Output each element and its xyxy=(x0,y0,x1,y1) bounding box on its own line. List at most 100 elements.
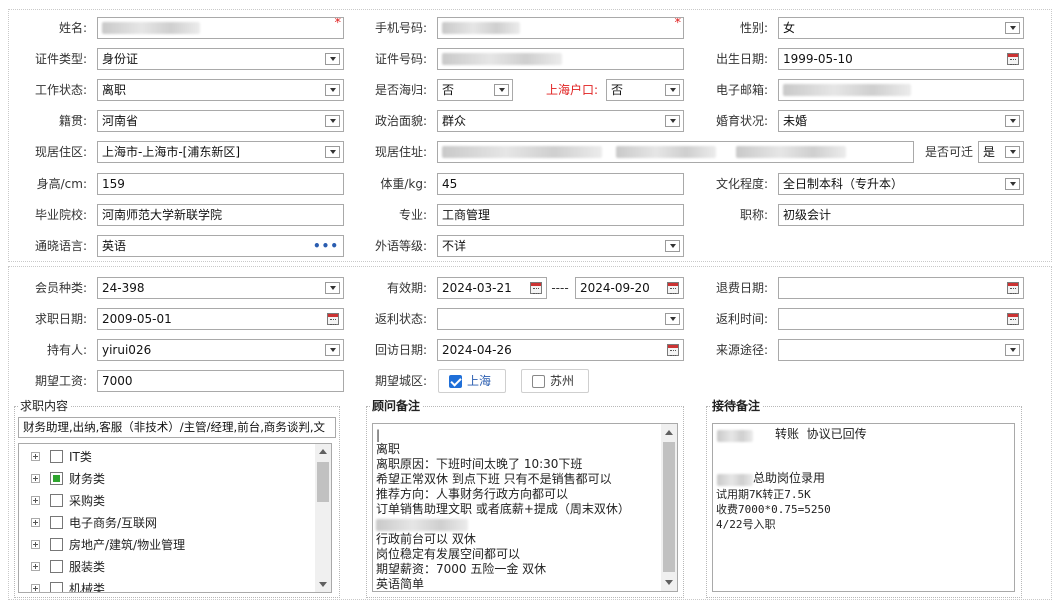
holder-select[interactable]: yirui026 xyxy=(97,339,344,361)
tree-item[interactable]: 服装类 xyxy=(19,556,311,578)
scrollbar-thumb[interactable] xyxy=(317,462,329,502)
notes-scrollbar[interactable] xyxy=(661,424,677,591)
tree-item[interactable]: IT类 xyxy=(19,446,311,468)
chevron-down-icon[interactable] xyxy=(325,146,340,158)
valid-from-input[interactable]: 2024-03-21 xyxy=(437,277,547,299)
chevron-down-icon[interactable] xyxy=(1005,115,1020,127)
expand-icon[interactable] xyxy=(31,496,40,505)
checkbox-checked-icon[interactable] xyxy=(449,375,462,388)
tree-item[interactable]: 房地产/建筑/物业管理 xyxy=(19,534,311,556)
chevron-down-icon[interactable] xyxy=(1005,178,1020,190)
calendar-icon[interactable] xyxy=(530,282,542,294)
calendar-icon[interactable] xyxy=(327,313,339,325)
id-number-input[interactable] xyxy=(437,48,684,70)
tree-item[interactable]: 财务类 xyxy=(19,468,311,490)
expand-icon[interactable] xyxy=(31,562,40,571)
calendar-icon[interactable] xyxy=(1007,53,1019,65)
id-type-select[interactable]: 身份证 xyxy=(97,48,344,70)
calendar-icon[interactable] xyxy=(1007,313,1019,325)
salary-input[interactable]: 7000 xyxy=(97,370,344,392)
rebate-status-select[interactable] xyxy=(437,308,684,330)
education-value: 全日制本科（专升本） xyxy=(783,177,904,191)
city-shanghai-checkbox[interactable]: 上海 xyxy=(438,369,506,393)
chevron-down-icon[interactable] xyxy=(1005,22,1020,34)
chevron-down-icon[interactable] xyxy=(665,240,680,252)
job-date-input[interactable]: 2009-05-01 xyxy=(97,308,344,330)
political-select[interactable]: 群众 xyxy=(437,110,684,132)
city-suzhou-checkbox[interactable]: 苏州 xyxy=(521,369,589,393)
visit-date-input[interactable]: 2024-04-26 xyxy=(437,339,684,361)
job-content-summary[interactable]: 财务助理,出纳,客服（非技术）/主管/经理,前台,商务谈判,文 xyxy=(18,417,336,438)
scroll-down-icon[interactable] xyxy=(319,582,327,587)
checkbox-unchecked-icon[interactable] xyxy=(50,582,63,592)
language-input[interactable]: 英语 ••• xyxy=(97,235,344,257)
chevron-down-icon[interactable] xyxy=(665,115,680,127)
shanghai-hukou-value: 否 xyxy=(611,83,624,97)
chevron-down-icon[interactable] xyxy=(665,84,680,96)
scroll-up-icon[interactable] xyxy=(665,430,673,435)
checkbox-unchecked-icon[interactable] xyxy=(50,494,63,507)
advisor-notes-textarea[interactable]: | 离职 离职原因：下班时间太晚了 10:30下班 希望正常双休 到点下班 只有… xyxy=(372,423,678,592)
checkbox-unchecked-icon[interactable] xyxy=(50,516,63,529)
job-category-tree[interactable]: IT类 财务类 采购类 电子商务/互联网 房地产/建筑/物业管理 服装类 机械类 xyxy=(18,443,332,593)
school-input[interactable]: 河南师范大学新联学院 xyxy=(97,204,344,226)
calendar-icon[interactable] xyxy=(1007,282,1019,294)
chevron-down-icon[interactable] xyxy=(325,53,340,65)
name-input[interactable]: * xyxy=(97,17,344,39)
weight-input[interactable]: 45 xyxy=(437,173,684,195)
checkbox-partial-icon[interactable] xyxy=(50,472,63,485)
region-select[interactable]: 上海市-上海市-[浦东新区] xyxy=(97,141,344,163)
chevron-down-icon[interactable] xyxy=(325,282,340,294)
address-input[interactable] xyxy=(437,141,914,163)
member-type-select[interactable]: 24-398 xyxy=(97,277,344,299)
expand-icon[interactable] xyxy=(31,474,40,483)
email-input[interactable] xyxy=(778,79,1024,101)
reception-notes-textarea[interactable]: 转账 协议已回传 总助岗位录用 试用期7K转正7.5K 收费7000*0.75=… xyxy=(712,423,1015,592)
chevron-down-icon[interactable] xyxy=(325,84,340,96)
tree-item[interactable]: 机械类 xyxy=(19,578,311,592)
chevron-down-icon[interactable] xyxy=(1005,146,1020,158)
height-input[interactable]: 159 xyxy=(97,173,344,195)
returnee-select[interactable]: 否 xyxy=(437,79,513,101)
expand-icon[interactable] xyxy=(31,584,40,592)
refund-date-input[interactable] xyxy=(778,277,1024,299)
major-input[interactable]: 工商管理 xyxy=(437,204,684,226)
chevron-down-icon[interactable] xyxy=(494,84,509,96)
expand-icon[interactable] xyxy=(31,518,40,527)
work-status-select[interactable]: 离职 xyxy=(97,79,344,101)
chevron-down-icon[interactable] xyxy=(325,115,340,127)
scroll-down-icon[interactable] xyxy=(665,580,673,585)
phone-input[interactable]: * xyxy=(437,17,684,39)
checkbox-unchecked-icon[interactable] xyxy=(50,450,63,463)
chevron-down-icon[interactable] xyxy=(665,313,680,325)
checkbox-unchecked-icon[interactable] xyxy=(50,538,63,551)
chevron-down-icon[interactable] xyxy=(1005,344,1020,356)
native-place-select[interactable]: 河南省 xyxy=(97,110,344,132)
scrollbar-thumb[interactable] xyxy=(663,442,675,572)
tree-scrollbar[interactable] xyxy=(315,444,331,592)
tree-item[interactable]: 采购类 xyxy=(19,490,311,512)
expand-icon[interactable] xyxy=(31,452,40,461)
scroll-up-icon[interactable] xyxy=(319,449,327,454)
tree-item[interactable]: 电子商务/互联网 xyxy=(19,512,311,534)
birth-date-input[interactable]: 1999-05-10 xyxy=(778,48,1024,70)
marital-select[interactable]: 未婚 xyxy=(778,110,1024,132)
source-select[interactable] xyxy=(778,339,1024,361)
shanghai-hukou-select[interactable]: 否 xyxy=(606,79,684,101)
gender-select[interactable]: 女 xyxy=(778,17,1024,39)
school-value: 河南师范大学新联学院 xyxy=(102,208,223,222)
checkbox-unchecked-icon[interactable] xyxy=(532,375,545,388)
title-input[interactable]: 初级会计 xyxy=(778,204,1024,226)
salary-label: 期望工资: xyxy=(34,374,87,388)
calendar-icon[interactable] xyxy=(667,344,679,356)
calendar-icon[interactable] xyxy=(667,282,679,294)
education-select[interactable]: 全日制本科（专升本） xyxy=(778,173,1024,195)
foreign-level-select[interactable]: 不详 xyxy=(437,235,684,257)
movable-select[interactable]: 是 xyxy=(978,141,1024,163)
valid-to-input[interactable]: 2024-09-20 xyxy=(575,277,684,299)
chevron-down-icon[interactable] xyxy=(325,344,340,356)
checkbox-unchecked-icon[interactable] xyxy=(50,560,63,573)
expand-icon[interactable] xyxy=(31,540,40,549)
rebate-time-input[interactable] xyxy=(778,308,1024,330)
more-options-icon[interactable]: ••• xyxy=(313,236,339,256)
